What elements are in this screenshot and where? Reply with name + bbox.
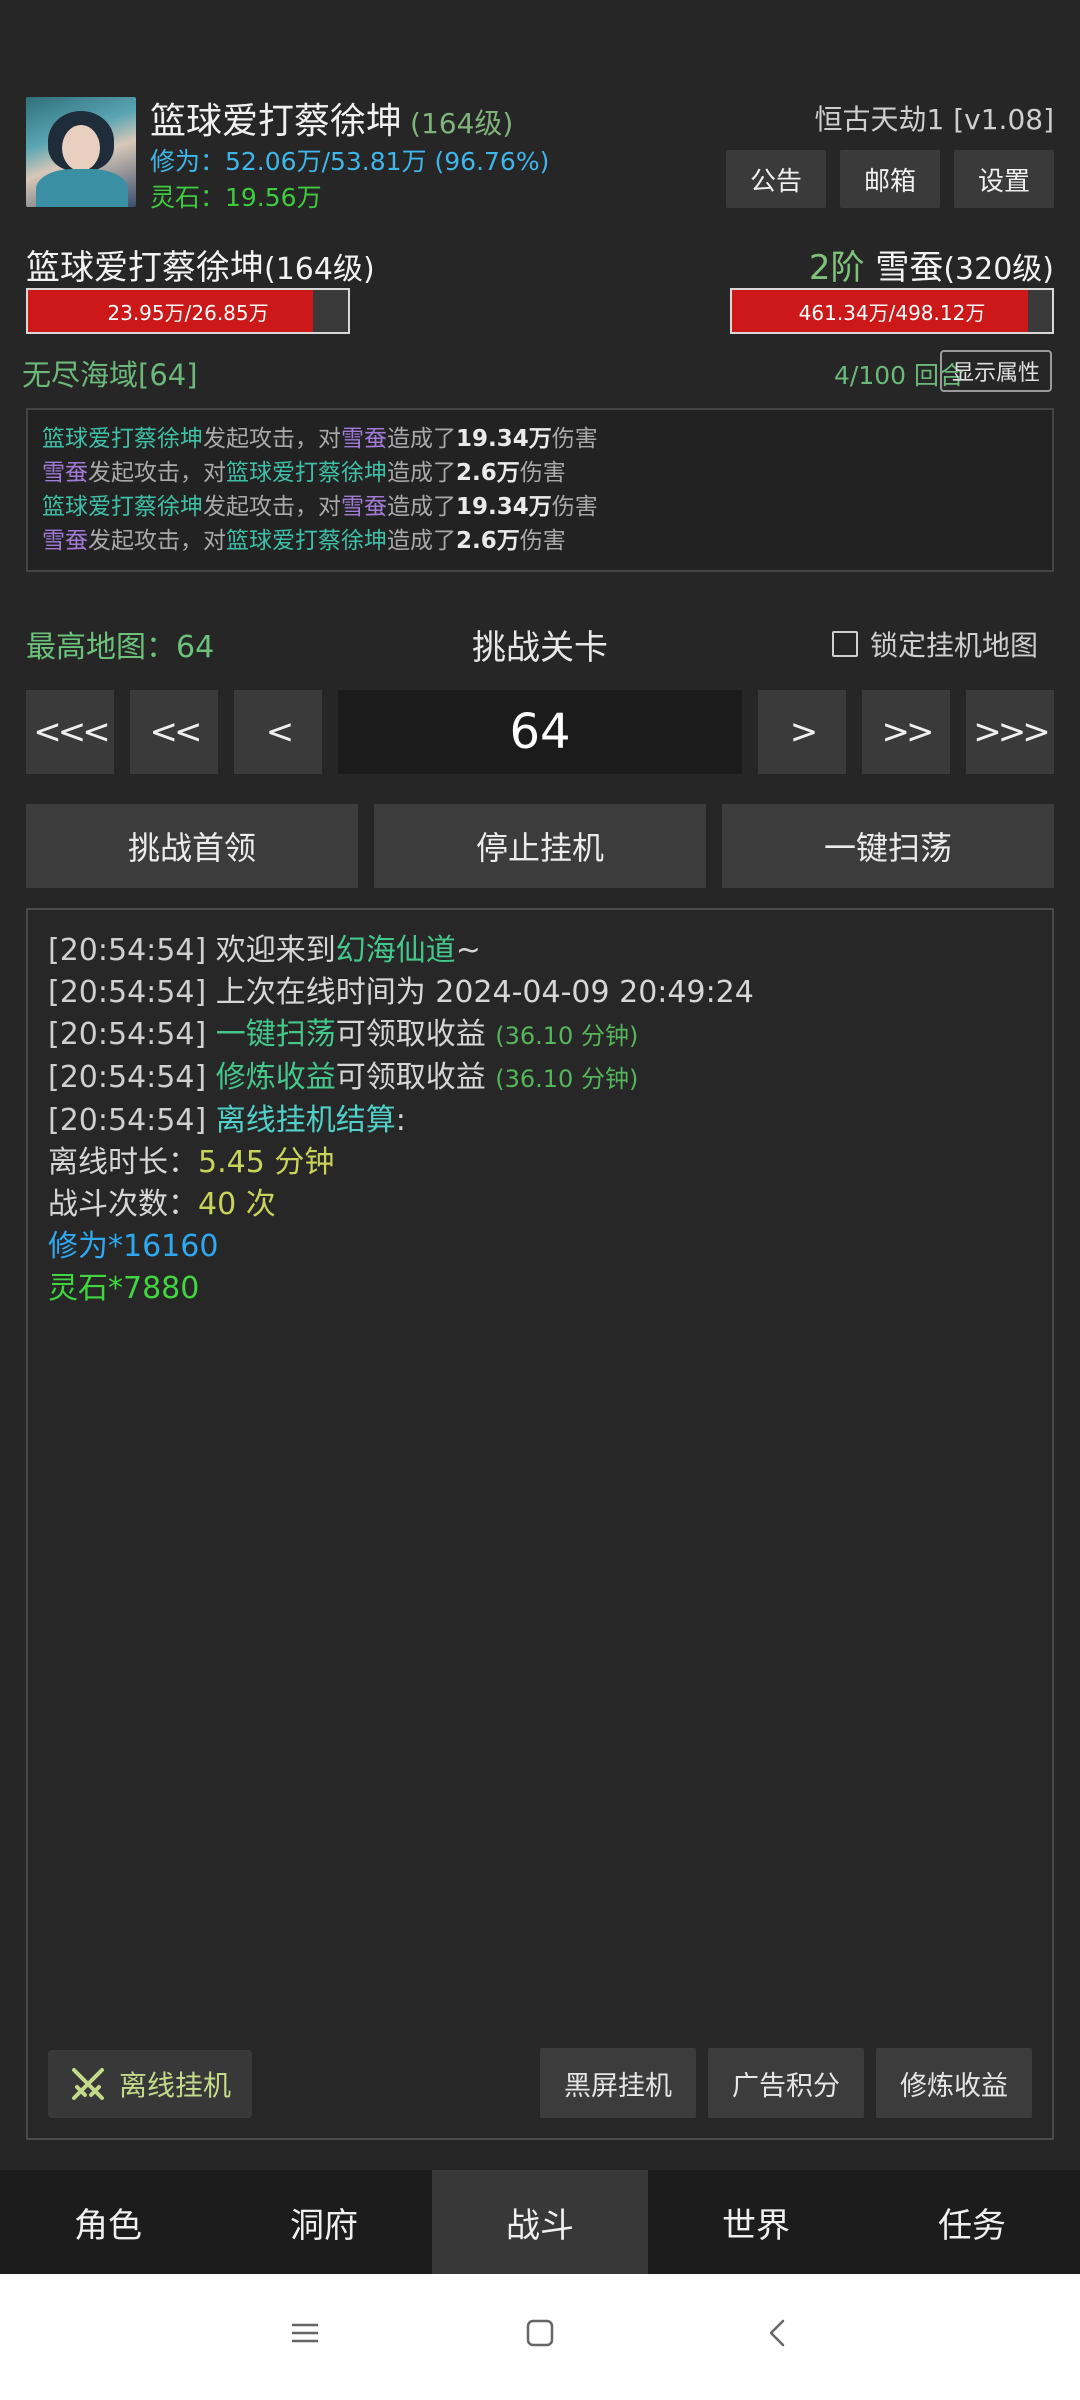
menu-icon[interactable] — [290, 2318, 320, 2348]
game-title: 恒古天劫1 [v1.08] — [814, 103, 1054, 136]
challenge-boss-button[interactable]: 挑战首领 — [26, 804, 358, 888]
current-stage: 64 — [338, 690, 742, 774]
enemy-level: (320级) — [943, 252, 1054, 287]
next-stage-button[interactable]: > — [758, 690, 846, 774]
enemy-name: 2阶 雪蚕(320级) — [809, 240, 1054, 289]
next-ten-stage-button[interactable]: >> — [862, 690, 950, 774]
spirit-stone-value: 灵石：19.56万 — [150, 183, 322, 212]
prev-stage-button[interactable]: < — [234, 690, 322, 774]
battle-log-line: 雪蚕发起攻击，对篮球爱打蔡徐坤造成了2.6万伤害 — [42, 460, 566, 486]
tab-cave[interactable]: 洞府 — [216, 2170, 432, 2274]
log-line: [20:54:54] 一键扫荡可领取收益 (36.10 分钟) — [48, 1017, 639, 1052]
log-line: [20:54:54] 欢迎来到幻海仙道~ — [48, 933, 481, 968]
cultivation-income-button[interactable]: 修炼收益 — [876, 2048, 1032, 2118]
log-line: [20:54:54] 上次在线时间为 2024-04-09 20:49:24 — [48, 975, 754, 1010]
tab-battle[interactable]: 战斗 — [432, 2170, 648, 2274]
player-level: (164级) — [410, 107, 514, 140]
battle-count-line: 战斗次数：40 次 — [48, 1187, 276, 1222]
region-name: 无尽海域[64] — [22, 358, 198, 392]
prev-ten-stage-button[interactable]: << — [130, 690, 218, 774]
bottom-tab-bar: 角色 洞府 战斗 世界 任务 — [0, 2170, 1080, 2274]
lock-map-checkbox[interactable] — [831, 631, 858, 657]
system-navigation-bar — [0, 2274, 1080, 2400]
player-name-text: 篮球爱打蔡徐坤 — [150, 101, 403, 142]
back-icon[interactable] — [763, 2318, 793, 2348]
cultivation-value: 修为：52.06万/53.81万 (96.76%) — [150, 147, 550, 176]
log-line: [20:54:54] 修炼收益可领取收益 (36.10 分钟) — [48, 1060, 639, 1095]
enemy-rank: 2阶 — [808, 248, 865, 288]
enemy-hp-text: 461.34万/498.12万 — [798, 300, 986, 325]
last-stage-button[interactable]: >>> — [966, 690, 1054, 774]
mailbox-button[interactable]: 邮箱 — [840, 150, 940, 208]
battle-log-line: 雪蚕发起攻击，对篮球爱打蔡徐坤造成了2.6万伤害 — [42, 528, 566, 554]
battle-log-line: 篮球爱打蔡徐坤发起攻击，对雪蚕造成了19.34万伤害 — [42, 426, 598, 452]
offline-idle-button[interactable]: 离线挂机 — [48, 2050, 252, 2118]
lock-map-label: 锁定挂机地图 — [869, 629, 1038, 662]
lock-map-toggle[interactable]: 锁定挂机地图 — [831, 624, 1038, 664]
announcement-button[interactable]: 公告 — [726, 150, 826, 208]
player-hp-text: 23.95万/26.85万 — [107, 300, 269, 325]
offline-idle-label: 离线挂机 — [118, 2069, 231, 2102]
enemy-name-text: 雪蚕 — [875, 248, 944, 288]
xp-gain-line: 修为*16160 — [48, 1229, 219, 1264]
quick-sweep-button[interactable]: 一键扫荡 — [722, 804, 1054, 888]
battle-player-level: (164级) — [264, 252, 375, 287]
player-avatar[interactable] — [26, 97, 136, 207]
crossed-swords-icon — [71, 2068, 104, 2100]
tab-tasks[interactable]: 任务 — [864, 2170, 1080, 2274]
tab-world[interactable]: 世界 — [648, 2170, 864, 2274]
player-name: 篮球爱打蔡徐坤 (164级) — [150, 92, 513, 144]
enemy-hp-bar: 461.34万/498.12万 — [730, 288, 1054, 334]
first-stage-button[interactable]: <<< — [26, 690, 114, 774]
offline-duration-line: 离线时长：5.45 分钟 — [48, 1145, 335, 1180]
home-icon[interactable] — [525, 2318, 555, 2348]
show-attributes-button[interactable]: 显示属性 — [940, 350, 1052, 392]
tab-character[interactable]: 角色 — [0, 2170, 216, 2274]
stone-gain-line: 灵石*7880 — [48, 1271, 200, 1306]
log-line: [20:54:54] 离线挂机结算: — [48, 1103, 406, 1138]
black-screen-idle-button[interactable]: 黑屏挂机 — [540, 2048, 696, 2118]
ad-points-button[interactable]: 广告积分 — [708, 2048, 864, 2118]
system-log-panel: [20:54:54] 欢迎来到幻海仙道~ [20:54:54] 上次在线时间为 … — [26, 908, 1054, 2140]
battle-log: 篮球爱打蔡徐坤发起攻击，对雪蚕造成了19.34万伤害 雪蚕发起攻击，对篮球爱打蔡… — [26, 408, 1054, 572]
battle-player-name-text: 篮球爱打蔡徐坤 — [26, 248, 264, 288]
settings-button[interactable]: 设置 — [954, 150, 1054, 208]
battle-player-name: 篮球爱打蔡徐坤(164级) — [26, 240, 375, 289]
stop-idle-button[interactable]: 停止挂机 — [374, 804, 706, 888]
battle-log-line: 篮球爱打蔡徐坤发起攻击，对雪蚕造成了19.34万伤害 — [42, 494, 598, 520]
player-hp-bar: 23.95万/26.85万 — [26, 288, 350, 334]
